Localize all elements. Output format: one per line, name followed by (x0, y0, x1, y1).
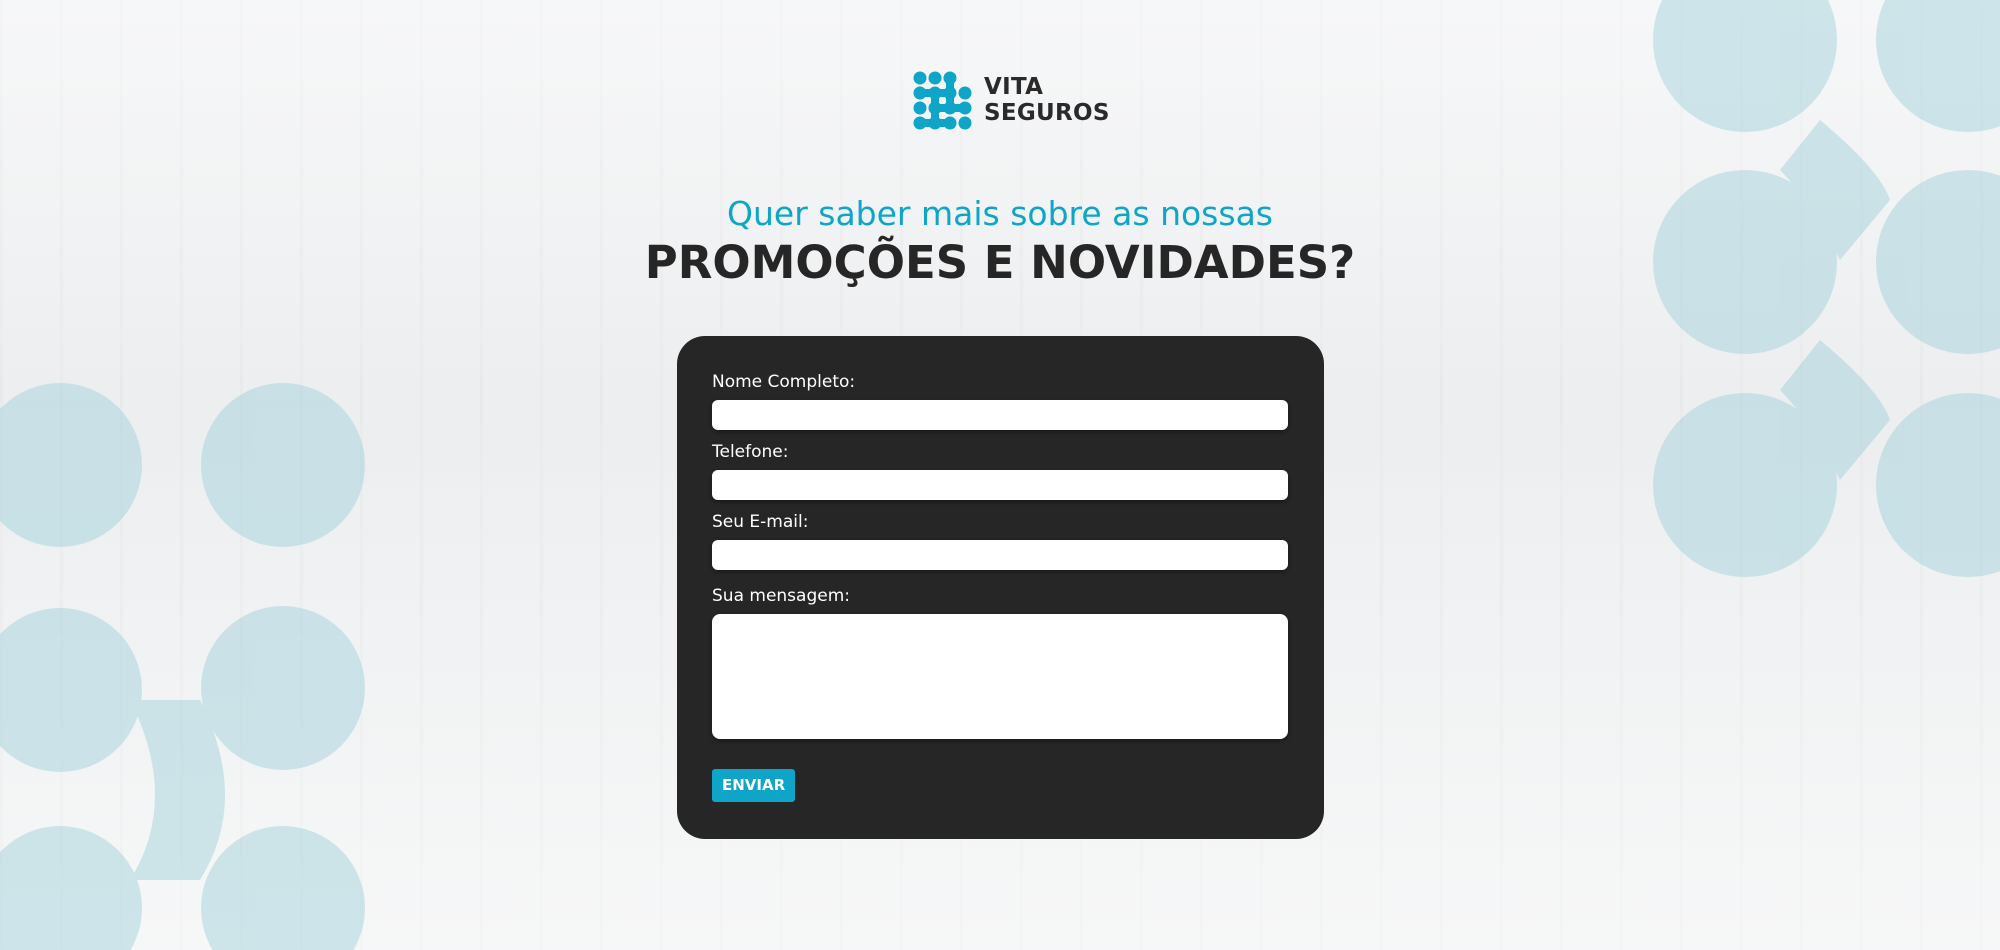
name-field[interactable] (712, 400, 1288, 430)
message-textarea[interactable] (712, 614, 1288, 739)
decorative-circles-right (1653, 0, 2000, 577)
dot-network-logo-icon (913, 71, 972, 130)
headline-title: PROMOÇÕES E NOVIDADES? (644, 236, 1356, 289)
message-field-label: Sua mensagem: (712, 586, 850, 606)
email-field-label: Seu E-mail: (712, 512, 809, 532)
email-field[interactable] (712, 540, 1288, 570)
decorative-circles-left (0, 383, 365, 950)
submit-button[interactable]: ENVIAR (712, 769, 796, 802)
brand-logo[interactable]: VITA SEGUROS (912, 70, 1110, 130)
brand-line-1: VITA (984, 74, 1044, 100)
brand-wordmark: VITA SEGUROS (984, 74, 1110, 126)
headline-subtitle: Quer saber mais sobre as nossas (727, 194, 1273, 233)
phone-field[interactable] (712, 470, 1288, 500)
headline: Quer saber mais sobre as nossas PROMOÇÕE… (0, 192, 2000, 290)
name-field-label: Nome Completo: (712, 372, 856, 392)
phone-field-label: Telefone: (712, 442, 789, 462)
contact-form: Nome Completo: Telefone: Seu E-mail: Sua… (677, 336, 1324, 839)
brand-line-2: SEGUROS (984, 100, 1110, 126)
